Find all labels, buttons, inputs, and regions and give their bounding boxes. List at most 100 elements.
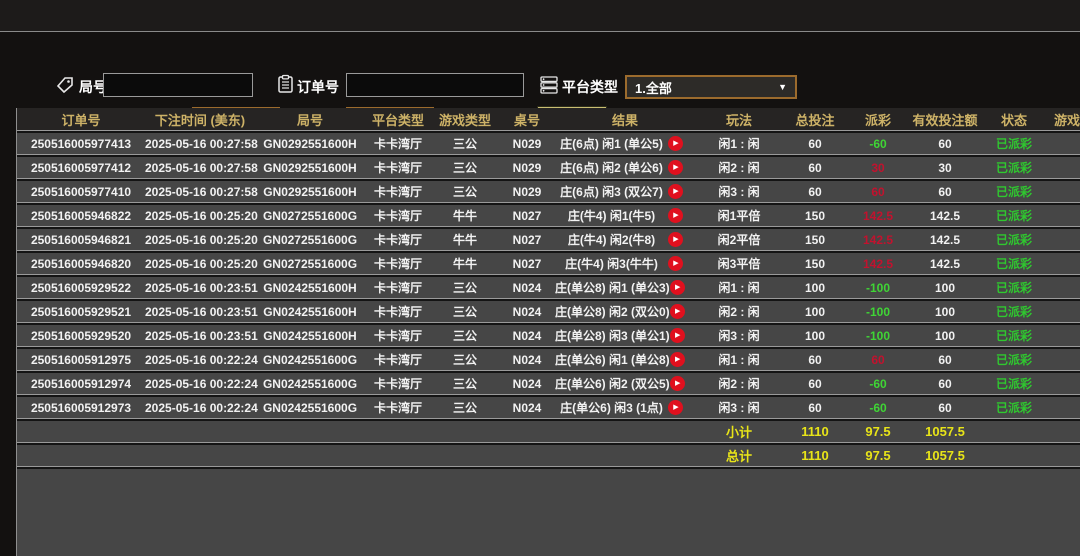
- td-bet-time: 2025-05-16 00:23:51: [145, 328, 258, 343]
- table-row: 250516005946821 2025-05-16 00:25:20 GN0272…: [17, 229, 1080, 251]
- result-text: 庄(单公8) 闲2 (双公0): [555, 305, 670, 319]
- td-status: 已派彩: [995, 401, 1032, 415]
- td-game-type: 三公: [452, 185, 477, 199]
- td-payout: 142.5: [862, 232, 894, 247]
- td-valid-bet: 100: [934, 328, 956, 343]
- platform-type-label: 平台类型: [562, 79, 618, 95]
- column-header: 有效投注额: [912, 112, 978, 128]
- td-play-method: 闲1 : 闲: [718, 353, 760, 367]
- td-status: 已派彩: [995, 233, 1032, 247]
- td-payout: 142.5: [862, 208, 894, 223]
- td-status: 已派彩: [995, 305, 1032, 319]
- td-result: 庄(牛4) 闲1(牛5) ▶: [555, 205, 695, 226]
- column-header: 下注时间 (美东): [154, 112, 246, 128]
- result-text: 庄(单公8) 闲1 (单公3): [555, 281, 670, 295]
- subtotal-valid-bet: 1057.5: [925, 424, 965, 439]
- subtotal-row: 小计 1110 97.5 1057.5: [17, 421, 1080, 443]
- play-video-icon[interactable]: ▶: [668, 136, 683, 151]
- play-video-icon[interactable]: ▶: [668, 208, 683, 223]
- table-row: 250516005977413 2025-05-16 00:27:58 GN0292…: [17, 133, 1080, 155]
- td-table-no: N024: [512, 328, 542, 343]
- table-row: 250516005929522 2025-05-16 00:23:51 GN0242…: [17, 277, 1080, 299]
- td-payout: 60: [871, 352, 885, 367]
- play-video-icon[interactable]: ▶: [668, 184, 683, 199]
- td-bet-time: 2025-05-16 00:22:24: [145, 400, 258, 415]
- td-payout: 60: [871, 184, 885, 199]
- table-row: 250516005946820 2025-05-16 00:25:20 GN0272…: [17, 253, 1080, 275]
- td-platform: 卡卡湾厅: [373, 305, 422, 319]
- td-result: 庄(单公6) 闲1 (单公8) ▶: [555, 349, 695, 370]
- column-header: 游戏: [1053, 112, 1080, 128]
- td-total-bet: 150: [804, 208, 826, 223]
- td-order-no: 250516005946822: [30, 208, 132, 223]
- play-video-icon[interactable]: ▶: [669, 352, 685, 367]
- td-platform: 卡卡湾厅: [373, 137, 422, 151]
- td-status: 已派彩: [995, 185, 1032, 199]
- td-play-method: 闲2 : 闲: [718, 161, 760, 175]
- td-valid-bet: 142.5: [929, 232, 961, 247]
- td-platform: 卡卡湾厅: [373, 353, 422, 367]
- play-video-icon[interactable]: ▶: [669, 280, 685, 295]
- column-header: 桌号: [513, 112, 540, 128]
- result-text: 庄(单公6) 闲2 (双公5): [555, 377, 670, 391]
- td-platform: 卡卡湾厅: [373, 209, 422, 223]
- td-bet-time: 2025-05-16 00:27:58: [145, 136, 258, 151]
- td-game-no: GN0292551600H: [263, 136, 357, 151]
- td-valid-bet: 100: [934, 304, 956, 319]
- table-row: 250516005912973 2025-05-16 00:22:24 GN0242…: [17, 397, 1080, 419]
- td-total-bet: 100: [804, 280, 826, 295]
- td-result: 庄(牛4) 闲3(牛牛) ▶: [555, 253, 695, 274]
- td-valid-bet: 60: [938, 184, 952, 199]
- subtotal-label: 小计: [725, 425, 752, 440]
- table-row: 250516005912975 2025-05-16 00:22:24 GN0242…: [17, 349, 1080, 371]
- td-valid-bet: 60: [938, 376, 952, 391]
- td-play-method: 闲1 : 闲: [718, 281, 760, 295]
- play-video-icon[interactable]: ▶: [668, 400, 683, 415]
- play-video-icon[interactable]: ▶: [669, 328, 685, 343]
- td-result: 庄(牛4) 闲2(牛8) ▶: [555, 229, 695, 250]
- order-no-label: 订单号: [297, 79, 339, 95]
- td-result: 庄(单公6) 闲2 (双公5) ▶: [555, 373, 695, 394]
- clipboard-icon: [277, 74, 294, 94]
- td-bet-time: 2025-05-16 00:23:51: [145, 304, 258, 319]
- platform-type-select[interactable]: 1.全部 ▼: [625, 75, 797, 99]
- play-video-icon[interactable]: ▶: [668, 256, 683, 271]
- play-video-icon[interactable]: ▶: [669, 304, 685, 319]
- tag-icon: [55, 75, 75, 95]
- result-text: 庄(牛4) 闲1(牛5): [567, 209, 656, 223]
- td-platform: 卡卡湾厅: [373, 161, 422, 175]
- order-no-input[interactable]: [346, 73, 524, 97]
- td-order-no: 250516005912973: [30, 400, 132, 415]
- play-video-icon[interactable]: ▶: [669, 376, 685, 391]
- game-no-input[interactable]: [103, 73, 253, 97]
- td-game-type: 牛牛: [452, 233, 477, 247]
- play-video-icon[interactable]: ▶: [668, 232, 683, 247]
- td-order-no: 250516005929520: [30, 328, 132, 343]
- td-bet-time: 2025-05-16 00:25:20: [145, 208, 258, 223]
- td-game-no: GN0242551600G: [262, 352, 358, 367]
- td-platform: 卡卡湾厅: [373, 377, 422, 391]
- play-video-icon[interactable]: ▶: [668, 160, 683, 175]
- td-game-no: GN0292551600H: [263, 160, 357, 175]
- column-header: 玩法: [725, 112, 752, 128]
- td-order-no: 250516005977412: [30, 160, 132, 175]
- result-text: 庄(单公8) 闲3 (单公1): [555, 329, 670, 343]
- td-bet-time: 2025-05-16 00:22:24: [145, 376, 258, 391]
- result-text: 庄(单公6) 闲3 (1点): [560, 401, 663, 415]
- td-table-no: N024: [512, 400, 542, 415]
- result-text: 庄(牛4) 闲3(牛牛): [565, 257, 658, 271]
- column-header: 状态: [1000, 112, 1027, 128]
- td-bet-time: 2025-05-16 00:23:51: [145, 280, 258, 295]
- td-game-no: GN0272551600G: [262, 232, 358, 247]
- td-result: 庄(6点) 闲3 (双公7) ▶: [555, 181, 695, 202]
- td-table-no: N024: [512, 376, 542, 391]
- result-text: 庄(6点) 闲1 (单公5): [560, 137, 663, 151]
- td-platform: 卡卡湾厅: [373, 281, 422, 295]
- column-header: 派彩: [864, 112, 891, 128]
- total-valid-bet: 1057.5: [925, 448, 965, 463]
- td-total-bet: 100: [804, 304, 826, 319]
- td-result: 庄(单公8) 闲1 (单公3) ▶: [555, 277, 695, 298]
- td-game-no: GN0272551600G: [262, 208, 358, 223]
- td-platform: 卡卡湾厅: [373, 185, 422, 199]
- td-game-no: GN0292551600H: [263, 184, 357, 199]
